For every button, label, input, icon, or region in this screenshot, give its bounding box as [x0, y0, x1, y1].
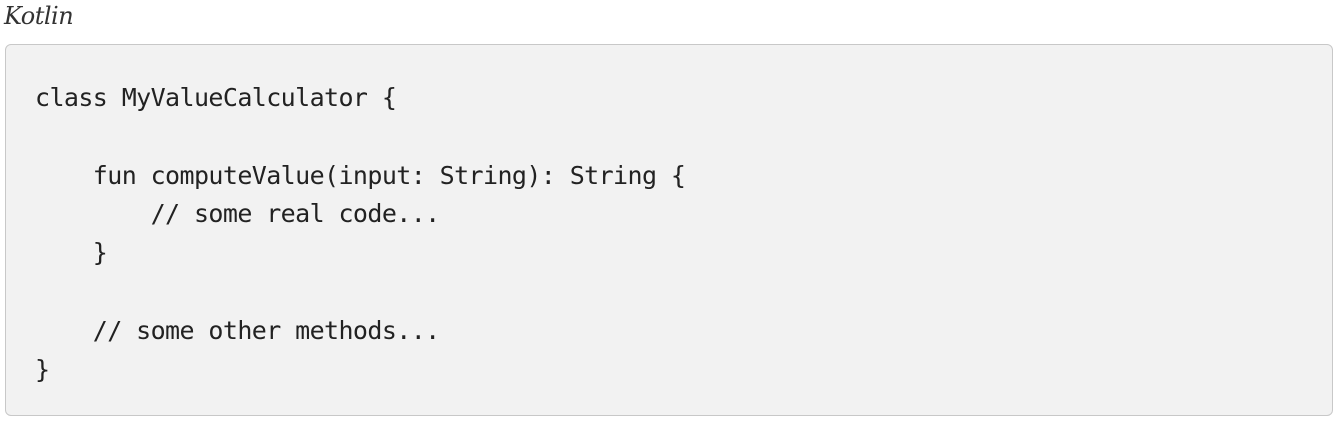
code-line: fun computeValue(input: String): String … [35, 160, 686, 190]
code-panel[interactable]: class MyValueCalculator { fun computeVal… [5, 44, 1333, 416]
code-line: class MyValueCalculator { [35, 83, 397, 112]
code-line: // some other methods... [35, 315, 440, 345]
code-language-title: Kotlin [4, 2, 74, 30]
code-content[interactable]: class MyValueCalculator { fun computeVal… [35, 79, 686, 389]
code-listing-block: Kotlin class MyValueCalculator { fun com… [0, 0, 1342, 424]
code-line: } [35, 238, 108, 268]
code-line: // some real code... [35, 199, 441, 229]
code-line: } [35, 354, 50, 384]
